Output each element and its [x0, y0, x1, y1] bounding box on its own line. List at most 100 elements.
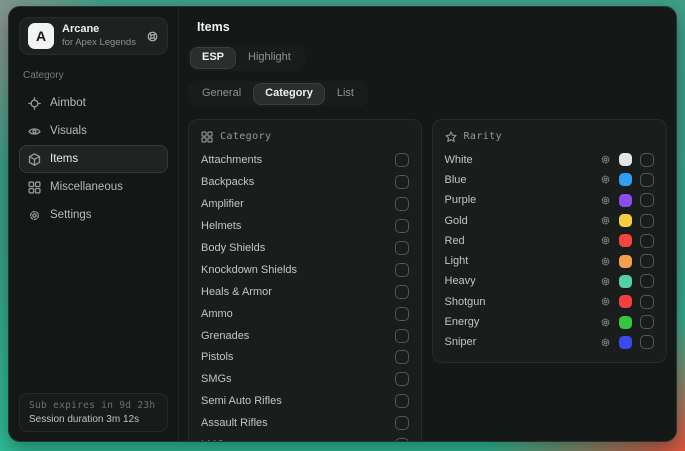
category-panel: Category Attachments Backpacks Amplifier…: [188, 119, 422, 443]
category-row-label: Attachments: [201, 154, 262, 166]
checkbox[interactable]: [395, 329, 409, 343]
app-window: A Arcane for Apex Legends Category Aimbo…: [8, 6, 677, 442]
checkbox[interactable]: [395, 307, 409, 321]
category-list: Attachments Backpacks Amplifier Helmets …: [201, 150, 409, 443]
session-duration-text: Session duration 3m 12s: [29, 414, 158, 425]
category-row-label: Backpacks: [201, 176, 254, 188]
rarity-row: Purple: [445, 190, 655, 210]
app-subtitle: for Apex Legends: [62, 37, 136, 49]
sidebar-item-items[interactable]: Items: [19, 145, 168, 173]
app-title-block: Arcane for Apex Legends: [62, 23, 136, 49]
grid-icon: [28, 181, 41, 194]
category-row-label: Body Shields: [201, 242, 265, 254]
sidebar-item-label: Settings: [50, 209, 92, 221]
gear-icon[interactable]: [600, 235, 611, 246]
box-icon: [28, 153, 41, 166]
rarity-row-label: Energy: [445, 316, 480, 328]
tab-esp[interactable]: ESP: [191, 48, 235, 68]
tab-highlight[interactable]: Highlight: [237, 48, 302, 68]
color-swatch[interactable]: [619, 173, 632, 186]
rarity-row-label: Red: [445, 235, 465, 247]
rarity-row-controls: [600, 335, 654, 349]
tab-label: Category: [265, 87, 313, 99]
rarity-row-controls: [600, 214, 654, 228]
gear-icon[interactable]: [600, 337, 611, 348]
tab-general[interactable]: General: [191, 84, 252, 104]
checkbox[interactable]: [395, 416, 409, 430]
settings-gear-icon[interactable]: [146, 30, 159, 43]
category-row: Helmets: [201, 215, 409, 237]
rarity-row: Blue: [445, 170, 655, 190]
checkbox[interactable]: [640, 173, 654, 187]
category-row-label: Amplifier: [201, 198, 244, 210]
checkbox[interactable]: [395, 241, 409, 255]
category-row-label: Helmets: [201, 220, 241, 232]
gear-icon[interactable]: [600, 256, 611, 267]
tab-category[interactable]: Category: [254, 84, 324, 104]
app-name: Arcane: [62, 23, 136, 37]
color-swatch[interactable]: [619, 153, 632, 166]
category-row-label: Pistols: [201, 351, 233, 363]
checkbox[interactable]: [640, 254, 654, 268]
checkbox[interactable]: [395, 394, 409, 408]
sidebar-item-visuals[interactable]: Visuals: [19, 117, 168, 145]
checkbox[interactable]: [395, 175, 409, 189]
color-swatch[interactable]: [619, 214, 632, 227]
color-swatch[interactable]: [619, 194, 632, 207]
checkbox[interactable]: [395, 263, 409, 277]
crosshair-icon: [28, 97, 41, 110]
category-row: Assault Rifles: [201, 412, 409, 434]
rarity-row-controls: [600, 295, 654, 309]
rarity-list: White Blue Purple Gold Red: [445, 150, 655, 353]
gear-icon[interactable]: [600, 276, 611, 287]
gear-icon[interactable]: [600, 215, 611, 226]
checkbox[interactable]: [395, 285, 409, 299]
gear-icon[interactable]: [600, 296, 611, 307]
checkbox[interactable]: [640, 295, 654, 309]
sidebar-item-settings[interactable]: Settings: [19, 201, 168, 229]
color-swatch[interactable]: [619, 336, 632, 349]
sidebar-item-aimbot[interactable]: Aimbot: [19, 89, 168, 117]
checkbox[interactable]: [640, 274, 654, 288]
tab-list[interactable]: List: [326, 84, 365, 104]
checkbox[interactable]: [640, 214, 654, 228]
checkbox[interactable]: [395, 153, 409, 167]
color-swatch[interactable]: [619, 275, 632, 288]
app-logo-letter: A: [36, 28, 46, 44]
checkbox[interactable]: [395, 219, 409, 233]
rarity-row-label: Sniper: [445, 336, 477, 348]
color-swatch[interactable]: [619, 255, 632, 268]
color-swatch[interactable]: [619, 295, 632, 308]
tab-label: ESP: [202, 51, 224, 63]
sidebar: A Arcane for Apex Legends Category Aimbo…: [9, 7, 179, 441]
logo-card: A Arcane for Apex Legends: [19, 17, 168, 55]
category-row: Semi Auto Rifles: [201, 390, 409, 412]
checkbox[interactable]: [640, 153, 654, 167]
gear-icon[interactable]: [600, 317, 611, 328]
rarity-row: Heavy: [445, 271, 655, 291]
category-row-label: Grenades: [201, 330, 249, 342]
rarity-row-controls: [600, 234, 654, 248]
gear-icon[interactable]: [600, 174, 611, 185]
category-row-label: Knockdown Shields: [201, 264, 297, 276]
checkbox[interactable]: [395, 350, 409, 364]
color-swatch[interactable]: [619, 234, 632, 247]
rarity-row-label: Heavy: [445, 275, 476, 287]
checkbox[interactable]: [395, 438, 409, 442]
checkbox[interactable]: [640, 193, 654, 207]
sub-expires-text: Sub expires in 9d 23h: [29, 400, 158, 411]
checkbox[interactable]: [640, 234, 654, 248]
checkbox[interactable]: [640, 335, 654, 349]
gear-icon[interactable]: [600, 195, 611, 206]
category-row: LMGs: [201, 434, 409, 442]
star-icon: [445, 131, 457, 143]
checkbox[interactable]: [640, 315, 654, 329]
gear-icon[interactable]: [600, 154, 611, 165]
checkbox[interactable]: [395, 197, 409, 211]
color-swatch[interactable]: [619, 316, 632, 329]
checkbox[interactable]: [395, 372, 409, 386]
sidebar-item-miscellaneous[interactable]: Miscellaneous: [19, 173, 168, 201]
category-row-label: LMGs: [201, 439, 230, 442]
category-row: Knockdown Shields: [201, 259, 409, 281]
rarity-row-controls: [600, 153, 654, 167]
